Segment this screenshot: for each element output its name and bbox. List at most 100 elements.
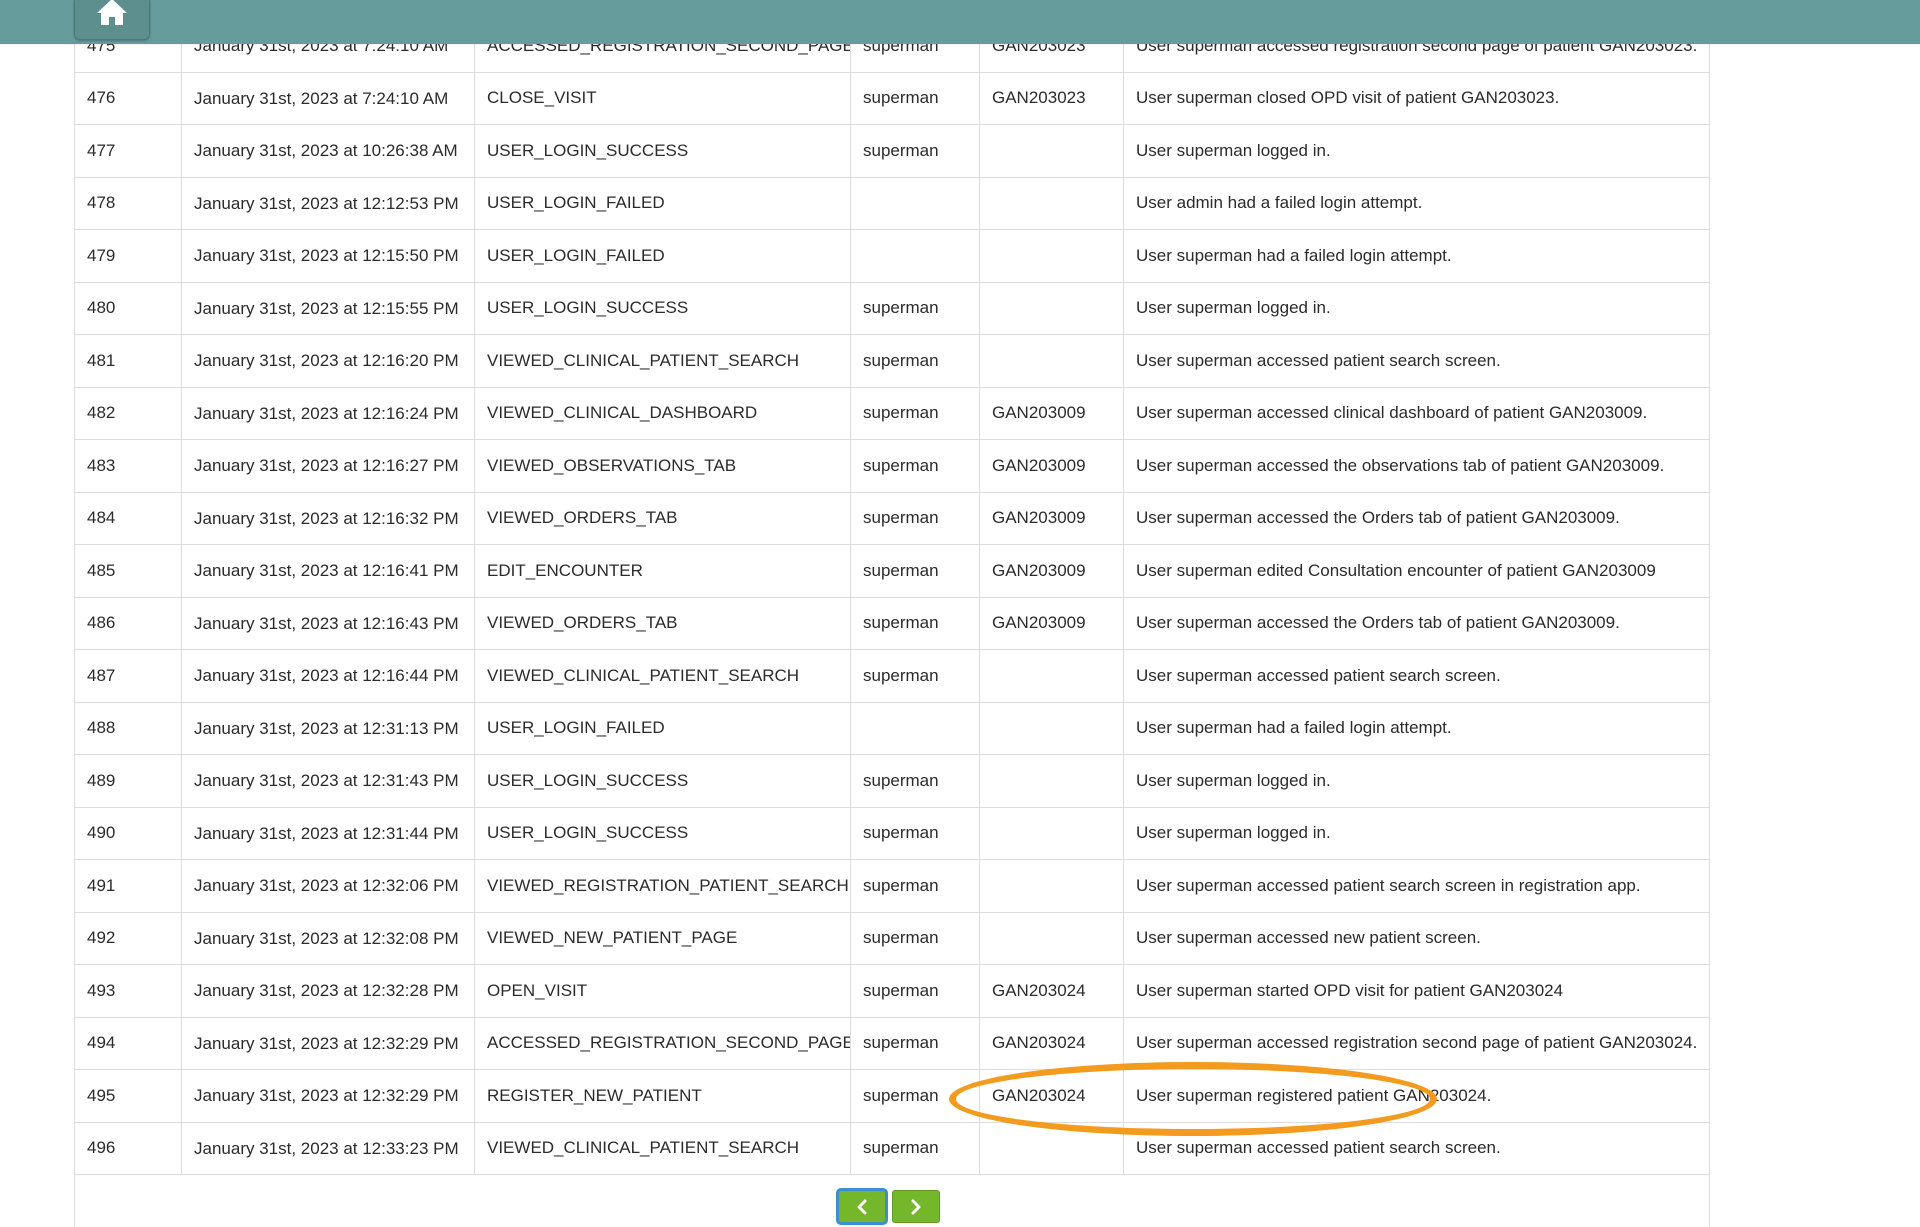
event-type-cell: USER_LOGIN_SUCCESS (474, 124, 851, 178)
event-type-cell: VIEWED_REGISTRATION_PATIENT_SEARCH (474, 859, 851, 913)
table-row: 494 January 31st, 2023 at 12:32:29 PM ACCE… (75, 1017, 1709, 1070)
row-id-cell: 484 (75, 492, 182, 545)
message-cell: User superman accessed patient search sc… (1123, 1122, 1709, 1175)
event-type-cell: VIEWED_ORDERS_TAB (474, 597, 851, 650)
user-cell: superman (850, 859, 980, 913)
message-cell: User superman accessed the Orders tab of… (1123, 597, 1709, 650)
table-row: 478 January 31st, 2023 at 12:12:53 PM USER… (75, 177, 1709, 230)
row-id-cell: 485 (75, 544, 182, 598)
row-id-cell: 495 (75, 1069, 182, 1123)
patient-id-cell: GAN203024 (979, 1069, 1124, 1123)
table-row: 488 January 31st, 2023 at 12:31:13 PM USER… (75, 702, 1709, 755)
row-id-cell: 487 (75, 649, 182, 703)
top-header-bar (0, 0, 1920, 44)
chevron-right-icon (911, 1199, 921, 1214)
table-row: 493 January 31st, 2023 at 12:32:28 PM OPEN… (75, 964, 1709, 1018)
table-row: 495 January 31st, 2023 at 12:32:29 PM REGI… (75, 1069, 1709, 1123)
patient-id-cell: GAN203023 (979, 72, 1124, 125)
patient-id-cell (979, 702, 1124, 755)
row-id-cell: 490 (75, 807, 182, 860)
table-row: 480 January 31st, 2023 at 12:15:55 PM USER… (75, 282, 1709, 335)
patient-id-cell (979, 1122, 1124, 1175)
patient-id-cell (979, 859, 1124, 913)
user-cell: superman (850, 544, 980, 598)
row-id-cell: 481 (75, 334, 182, 388)
chevron-left-icon (857, 1199, 867, 1214)
table-row: 492 January 31st, 2023 at 12:32:08 PM VIEW… (75, 912, 1709, 965)
table-row: 487 January 31st, 2023 at 12:16:44 PM VIEW… (75, 649, 1709, 703)
message-cell: User superman accessed clinical dashboar… (1123, 387, 1709, 440)
row-id-cell: 489 (75, 754, 182, 808)
table-row: 481 January 31st, 2023 at 12:16:20 PM VIEW… (75, 334, 1709, 388)
table-row: 479 January 31st, 2023 at 12:15:50 PM USER… (75, 229, 1709, 283)
event-type-cell: USER_LOGIN_FAILED (474, 229, 851, 283)
user-cell: superman (850, 334, 980, 388)
patient-id-cell: GAN203009 (979, 492, 1124, 545)
table-row: 477 January 31st, 2023 at 10:26:38 AM USER… (75, 124, 1709, 178)
date-cell: January 31st, 2023 at 12:33:23 PM (181, 1122, 475, 1175)
patient-id-cell (979, 282, 1124, 335)
user-cell: superman (850, 1122, 980, 1175)
patient-id-cell (979, 649, 1124, 703)
event-type-cell: USER_LOGIN_FAILED (474, 177, 851, 230)
message-cell: User superman accessed new patient scree… (1123, 912, 1709, 965)
patient-id-cell: GAN203009 (979, 544, 1124, 598)
row-id-cell: 483 (75, 439, 182, 493)
table-row: 491 January 31st, 2023 at 12:32:06 PM VIEW… (75, 859, 1709, 913)
event-type-cell: USER_LOGIN_FAILED (474, 702, 851, 755)
event-type-cell: ACCESSED_REGISTRATION_SECOND_PAGE (474, 1017, 851, 1070)
row-id-cell: 486 (75, 597, 182, 650)
user-cell: superman (850, 912, 980, 965)
date-cell: January 31st, 2023 at 12:16:27 PM (181, 439, 475, 493)
date-cell: January 31st, 2023 at 12:32:06 PM (181, 859, 475, 913)
event-type-cell: VIEWED_OBSERVATIONS_TAB (474, 439, 851, 493)
row-id-cell: 491 (75, 859, 182, 913)
date-cell: January 31st, 2023 at 12:16:20 PM (181, 334, 475, 388)
date-cell: January 31st, 2023 at 12:31:44 PM (181, 807, 475, 860)
row-id-cell: 477 (75, 124, 182, 178)
message-cell: User superman accessed patient search sc… (1123, 334, 1709, 388)
user-cell: superman (850, 754, 980, 808)
user-cell: superman (850, 1069, 980, 1123)
event-type-cell: VIEWED_CLINICAL_PATIENT_SEARCH (474, 1122, 851, 1175)
date-cell: January 31st, 2023 at 12:32:08 PM (181, 912, 475, 965)
audit-log-page: 475 January 31st, 2023 at 7:24:10 AM ACCES… (0, 0, 1920, 1227)
previous-page-button[interactable] (836, 1188, 888, 1225)
table-row: 482 January 31st, 2023 at 12:16:24 PM VIEW… (75, 387, 1709, 440)
date-cell: January 31st, 2023 at 12:15:55 PM (181, 282, 475, 335)
row-id-cell: 480 (75, 282, 182, 335)
patient-id-cell (979, 229, 1124, 283)
message-cell: User superman logged in. (1123, 124, 1709, 178)
next-page-button[interactable] (892, 1190, 940, 1223)
table-row: 483 January 31st, 2023 at 12:16:27 PM VIEW… (75, 439, 1709, 493)
user-cell (850, 702, 980, 755)
event-type-cell: USER_LOGIN_SUCCESS (474, 282, 851, 335)
user-cell: superman (850, 124, 980, 178)
message-cell: User superman accessed the observations … (1123, 439, 1709, 493)
date-cell: January 31st, 2023 at 12:16:43 PM (181, 597, 475, 650)
home-icon (97, 0, 127, 25)
row-id-cell: 476 (75, 72, 182, 125)
date-cell: January 31st, 2023 at 12:12:53 PM (181, 177, 475, 230)
message-cell: User superman logged in. (1123, 282, 1709, 335)
event-type-cell: CLOSE_VISIT (474, 72, 851, 125)
event-type-cell: VIEWED_CLINICAL_DASHBOARD (474, 387, 851, 440)
user-cell: superman (850, 597, 980, 650)
home-button[interactable] (74, 0, 150, 40)
message-cell: User superman accessed registration seco… (1123, 1017, 1709, 1070)
audit-log-table-container: 475 January 31st, 2023 at 7:24:10 AM ACCES… (74, 33, 1710, 1227)
patient-id-cell (979, 754, 1124, 808)
message-cell: User admin had a failed login attempt. (1123, 177, 1709, 230)
date-cell: January 31st, 2023 at 12:32:29 PM (181, 1069, 475, 1123)
message-cell: User superman had a failed login attempt… (1123, 702, 1709, 755)
user-cell: superman (850, 492, 980, 545)
patient-id-cell (979, 124, 1124, 178)
user-cell: superman (850, 439, 980, 493)
message-cell: User superman had a failed login attempt… (1123, 229, 1709, 283)
event-type-cell: REGISTER_NEW_PATIENT (474, 1069, 851, 1123)
message-cell: User superman logged in. (1123, 807, 1709, 860)
user-cell: superman (850, 1017, 980, 1070)
message-cell: User superman edited Consultation encoun… (1123, 544, 1709, 598)
row-id-cell: 496 (75, 1122, 182, 1175)
event-type-cell: VIEWED_NEW_PATIENT_PAGE (474, 912, 851, 965)
